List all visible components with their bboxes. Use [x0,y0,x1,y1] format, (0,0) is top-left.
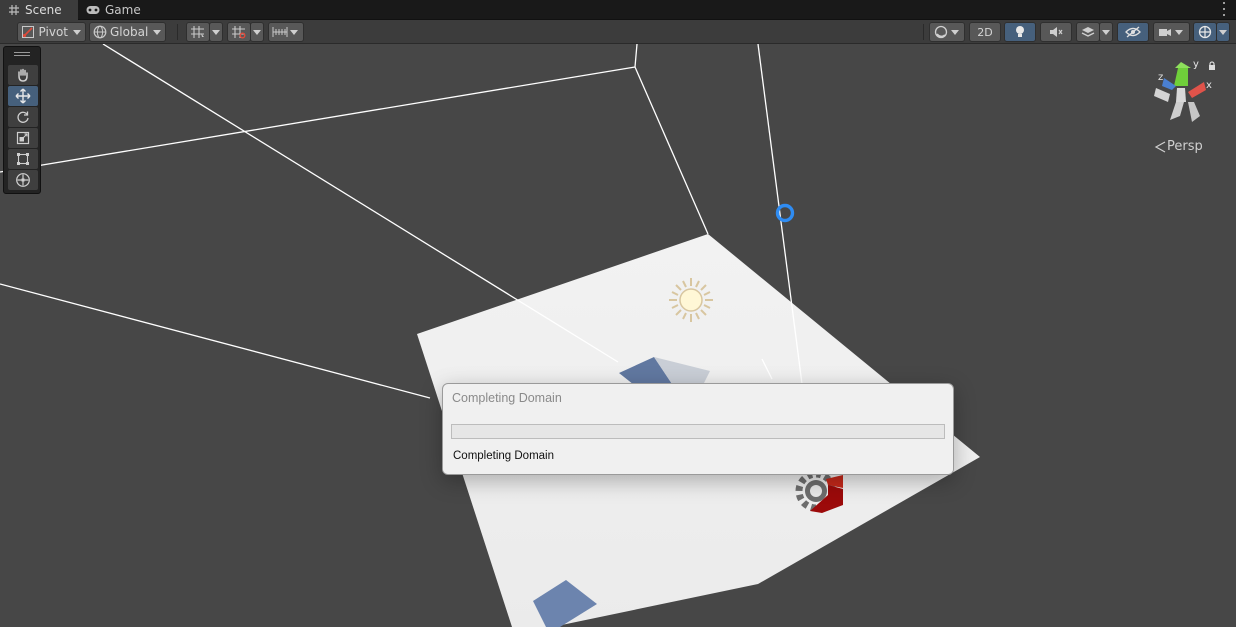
transform-icon [15,172,31,188]
gizmo-axis-z: z [1158,72,1163,83]
gizmos-dropdown[interactable] [1216,22,1230,42]
scene-audio-button[interactable] [1040,22,1072,42]
gizmo-sphere-icon [1198,25,1212,39]
pivot-label: Pivot [38,25,68,39]
globe-icon [93,24,107,40]
progress-bar [451,424,945,439]
gizmo-axis-y: y [1193,59,1199,70]
scene-canvas [0,44,980,627]
draw-mode-dropdown[interactable] [929,22,965,42]
more-options-icon[interactable] [1222,2,1226,16]
projection-toggle[interactable]: Persp [1154,139,1203,154]
scene-toolbar: Pivot Global 2D [0,20,1236,44]
gamepad-icon [86,4,100,16]
gizmo-neg-x[interactable] [1154,88,1170,102]
rect-transform-icon [16,152,30,166]
dialog-body: Completing Domain [443,412,953,474]
scale-tool-button[interactable] [8,128,38,148]
scene-visibility-button[interactable] [1117,22,1149,42]
chevron-down-icon [1175,29,1183,35]
scale-icon [16,131,30,145]
shaded-sphere-icon [933,24,949,40]
tab-bar: Scene Game [0,0,1236,20]
tab-game[interactable]: Game [78,0,148,20]
pivot-icon [21,24,36,40]
perspective-icon [1154,140,1166,153]
global-dropdown[interactable]: Global [89,22,166,42]
tab-game-label: Game [105,3,141,17]
dialog-status: Completing Domain [453,450,554,462]
mode-2d-button[interactable]: 2D [969,22,1001,42]
gizmo-x-arrow[interactable] [1188,82,1206,98]
grid-visibility-button[interactable] [186,22,210,42]
scene-view-window: Scene Game Pivot Global 2D y z x Persp C… [0,0,1236,627]
tools-overlay [3,46,41,194]
increment-snap-dropdown[interactable] [268,22,304,42]
chevron-down-icon [73,29,81,35]
eye-hidden-icon [1125,26,1141,38]
grid-snapping-button[interactable] [227,22,251,42]
gizmo-center [1176,88,1186,102]
dialog-title: Completing Domain [452,391,562,405]
layers-icon [1081,26,1095,38]
grid-snap-icon [190,24,206,40]
grid-snapping-dropdown[interactable] [250,22,264,42]
rotate-icon [16,110,30,124]
scene-effects-button[interactable] [1076,22,1100,42]
tab-scene-label: Scene [25,3,62,17]
gizmos-button[interactable] [1193,22,1217,42]
grid-visibility-dropdown[interactable] [209,22,223,42]
chevron-down-icon [951,29,959,35]
scene-lighting-button[interactable] [1004,22,1036,42]
video-camera-icon [1157,24,1173,40]
scene-camera-dropdown[interactable] [1153,22,1190,42]
lightbulb-icon [1014,25,1026,39]
mode-2d-label: 2D [977,25,993,39]
drag-handle-icon[interactable] [14,52,30,56]
progress-dialog: Completing Domain Completing Domain [442,383,954,475]
projection-label: Persp [1167,139,1203,154]
transform-tool-button[interactable] [8,170,38,190]
chevron-down-icon [290,29,298,35]
gizmo-neg-z[interactable] [1188,102,1200,122]
toolbar-divider [923,24,924,40]
rect-tool-button[interactable] [8,149,38,169]
snap-increment-icon [231,24,247,40]
scene-viewport[interactable] [0,44,1236,627]
global-label: Global [110,25,149,39]
toolbar-divider [177,24,178,40]
tab-scene[interactable]: Scene [0,0,78,20]
gizmo-neg-y[interactable] [1170,102,1184,120]
gizmo-y-arrow[interactable] [1174,68,1188,86]
gizmo-z-arrow[interactable] [1162,78,1176,90]
orientation-gizmo[interactable]: y z x [1148,58,1214,126]
hand-tool-button[interactable] [8,65,38,85]
gizmo-axis-x: x [1206,80,1212,91]
scene-effects-dropdown[interactable] [1099,22,1113,42]
grid-icon [8,4,20,16]
move-arrows-icon [15,88,31,104]
pivot-dropdown[interactable]: Pivot [17,22,86,42]
speaker-muted-icon [1049,26,1063,38]
hand-icon [16,68,30,82]
chevron-down-icon [153,29,162,35]
move-tool-button[interactable] [8,86,38,106]
rotate-tool-button[interactable] [8,107,38,127]
lock-icon[interactable] [1207,60,1217,70]
ruler-icon [272,24,288,40]
